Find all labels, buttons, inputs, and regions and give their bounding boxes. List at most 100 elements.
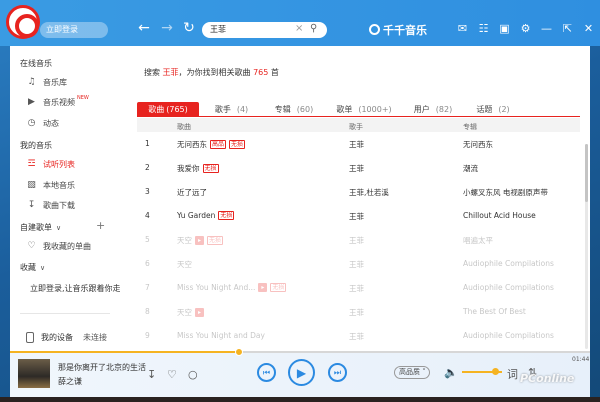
tab-count: (2) <box>498 105 510 114</box>
song-album[interactable]: The Best Of Best <box>463 307 526 316</box>
song-artist[interactable]: 王菲 <box>349 331 364 342</box>
song-artist[interactable]: 王菲 <box>349 307 364 318</box>
song-artist[interactable]: 王菲 <box>349 283 364 294</box>
song-album[interactable]: Chillout Acid House <box>463 211 536 220</box>
sidebar-item-trial-list[interactable]: ☲ 试听列表 <box>26 157 75 171</box>
search-box[interactable]: 王菲 × ⚲ <box>202 22 327 38</box>
tab-users[interactable]: 用户 (82) <box>404 102 462 117</box>
row-number: 7 <box>145 283 150 292</box>
song-artist[interactable]: 王菲,杜若溪 <box>349 187 389 198</box>
song-title[interactable]: 天空 ▸ <box>177 307 205 318</box>
toolbox-icon[interactable]: ▣ <box>494 22 515 35</box>
my-device[interactable]: 我的设备 未连接 <box>26 332 107 343</box>
play-button[interactable]: ▶ <box>288 359 315 386</box>
lyrics-icon[interactable]: 词 <box>507 366 518 382</box>
login-button[interactable]: 立即登录 <box>40 22 108 38</box>
song-artist[interactable]: 王菲 <box>349 163 364 174</box>
tab-topics[interactable]: 话题 (2) <box>462 102 524 117</box>
computer-icon: ▧ <box>27 180 36 190</box>
refresh-icon[interactable]: ↻ <box>182 21 196 35</box>
like-heart-icon[interactable]: ♡ <box>167 368 177 381</box>
sidebar-item-music-video[interactable]: ▶ 音乐视频 NEW <box>26 95 89 109</box>
more-options-icon[interactable]: ○ <box>188 368 198 381</box>
row-number: 6 <box>145 259 150 268</box>
song-album[interactable]: 小螺叉东风 电视剧原声带 <box>463 187 548 198</box>
table-row[interactable]: 5 天空 ▸ 无损 王菲 唱遍太平 <box>137 230 580 250</box>
song-artist[interactable]: 王菲 <box>349 259 364 270</box>
sidebar-item-favorite-songs[interactable]: ♡ 我收藏的单曲 <box>26 239 91 253</box>
song-title[interactable]: Miss You Night And... ▸ 无损 <box>177 283 287 292</box>
table-row[interactable]: 4 Yu Garden 无损 王菲 Chillout Acid House <box>137 206 580 226</box>
table-row[interactable]: 8 天空 ▸ 王菲 The Best Of Best <box>137 302 580 322</box>
mini-mode-icon[interactable]: ⇱ <box>557 22 578 35</box>
song-title[interactable]: 无问西东 高品 无损 <box>177 139 246 150</box>
song-artist[interactable]: 王菲 <box>349 235 364 246</box>
clear-search-icon[interactable]: × <box>295 23 303 34</box>
song-title[interactable]: 近了远了 <box>177 187 207 198</box>
song-album[interactable]: Audiophile Compilations <box>463 331 554 340</box>
table-row[interactable]: 1 无问西东 高品 无损 王菲 无问西东 <box>137 134 580 154</box>
table-row[interactable]: 3 近了远了 王菲,杜若溪 小螺叉东风 电视剧原声带 <box>137 182 580 202</box>
tab-songs[interactable]: 歌曲 (765) <box>137 102 199 117</box>
tab-label: 歌单 <box>336 105 353 114</box>
brand-label: 千千音乐 <box>383 24 427 37</box>
sidebar-item-activity[interactable]: ◷ 动态 <box>26 116 59 130</box>
song-title[interactable]: 天空 <box>177 259 192 270</box>
song-album[interactable]: Audiophile Compilations <box>463 283 554 292</box>
album-cover[interactable] <box>18 359 50 388</box>
sidebar-item-local-music[interactable]: ▧ 本地音乐 <box>26 178 75 192</box>
progress-fill <box>10 351 239 353</box>
table-row[interactable]: 9 Miss You Night and Day 王菲 Audiophile Comp… <box>137 326 580 346</box>
skin-shirt-icon[interactable]: ☷ <box>473 22 494 35</box>
mv-badge-icon: ▸ <box>258 283 268 292</box>
song-album[interactable]: 唱遍太平 <box>463 235 493 246</box>
song-title[interactable]: Yu Garden 无损 <box>177 211 235 220</box>
song-title[interactable]: 天空 ▸ 无损 <box>177 235 224 246</box>
tab-playlists[interactable]: 歌单 (1000+) <box>324 102 404 117</box>
table-row[interactable]: 2 我爱你 无损 王菲 潮流 <box>137 158 580 178</box>
table-row[interactable]: 7 Miss You Night And... ▸ 无损 王菲 Audiophile Co… <box>137 278 580 298</box>
song-album[interactable]: Audiophile Compilations <box>463 259 554 268</box>
column-header-artist[interactable]: 歌手 <box>349 122 363 132</box>
song-title[interactable]: Miss You Night and Day <box>177 331 265 340</box>
previous-track-button[interactable]: ⏮ <box>257 363 276 382</box>
column-header-song[interactable]: 歌曲 <box>177 122 191 132</box>
table-header: 歌曲 歌手 专辑 <box>137 119 580 132</box>
tab-artists[interactable]: 歌手 (4) <box>199 102 264 117</box>
settings-gear-icon[interactable]: ⚙ <box>515 22 536 35</box>
song-title[interactable]: 我爱你 无损 <box>177 163 219 174</box>
sidebar-item-music-library[interactable]: ♫ 音乐库 <box>26 75 67 89</box>
tab-albums[interactable]: 专辑 (60) <box>264 102 324 117</box>
now-playing-title[interactable]: 那是你离开了北京的生活 <box>58 362 146 373</box>
sidebar-item-downloads[interactable]: ↧ 歌曲下载 <box>26 198 75 212</box>
song-artist[interactable]: 王菲 <box>349 139 364 150</box>
now-playing-artist[interactable]: 薛之谦 <box>58 376 82 387</box>
tab-label: 歌手 <box>214 105 231 114</box>
back-arrow-icon[interactable]: ← <box>137 21 151 35</box>
song-album[interactable]: 潮流 <box>463 163 478 174</box>
sidebar-item-label: 歌曲下载 <box>43 200 75 210</box>
forward-arrow-icon[interactable]: → <box>160 21 174 35</box>
download-song-icon[interactable]: ↧ <box>147 368 156 381</box>
previous-icon: ⏮ <box>262 367 271 377</box>
minimize-icon[interactable]: — <box>536 22 557 35</box>
tab-label: 专辑 <box>274 105 291 114</box>
quality-selector[interactable]: 高品质 ˅ <box>394 366 430 379</box>
close-icon[interactable]: ✕ <box>578 22 599 35</box>
column-header-album[interactable]: 专辑 <box>463 122 477 132</box>
login-promo-link[interactable]: 立即登录,让音乐跟着你走 <box>30 283 121 294</box>
search-input[interactable]: 王菲 <box>210 24 226 35</box>
volume-icon[interactable]: 🔈 <box>444 366 458 379</box>
search-icon[interactable]: ⚲ <box>310 23 317 34</box>
song-artist[interactable]: 王菲 <box>349 211 364 222</box>
song-album[interactable]: 无问西东 <box>463 139 493 150</box>
progress-handle[interactable] <box>235 348 243 356</box>
volume-handle[interactable] <box>492 368 499 375</box>
add-playlist-icon[interactable]: + <box>96 219 105 232</box>
message-icon[interactable]: ✉ <box>452 22 473 35</box>
next-track-button[interactable]: ⏭ <box>328 363 347 382</box>
scrollbar-thumb[interactable] <box>585 144 588 202</box>
section-custom-playlists[interactable]: 自建歌单 ∨ <box>20 222 61 233</box>
table-row[interactable]: 6 天空 王菲 Audiophile Compilations <box>137 254 580 274</box>
section-favorites[interactable]: 收藏 ∨ <box>20 262 45 273</box>
